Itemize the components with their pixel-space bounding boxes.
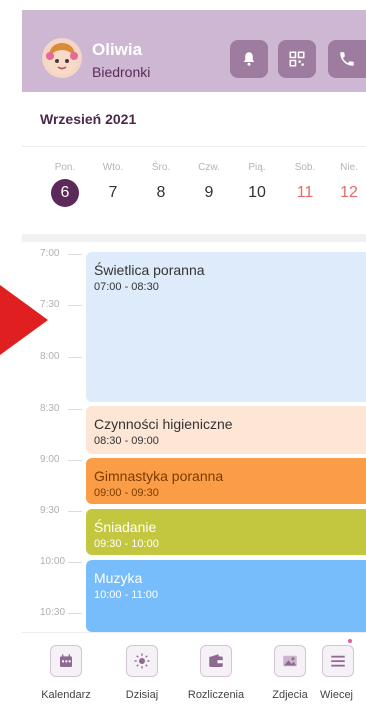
time-label: 10:00 bbox=[40, 556, 66, 567]
day-name: Pon. bbox=[54, 162, 76, 173]
nav-wiecej[interactable]: Wiecej bbox=[320, 645, 366, 701]
nav-label: Dzisiaj bbox=[125, 689, 159, 701]
day-thu[interactable]: Czw. 9 bbox=[192, 162, 226, 207]
day-sat[interactable]: Sob. 11 bbox=[288, 162, 322, 207]
bell-icon bbox=[243, 52, 255, 66]
day-name: Śro. bbox=[151, 162, 171, 173]
time-tick bbox=[68, 460, 82, 461]
event-time: 07:00 - 08:30 bbox=[94, 281, 159, 293]
nav-label: Kalendarz bbox=[41, 689, 91, 701]
divider bbox=[22, 146, 366, 147]
day-date: 7 bbox=[108, 184, 118, 201]
nav-icon-box bbox=[126, 645, 158, 677]
day-fri[interactable]: Pią. 10 bbox=[240, 162, 274, 207]
event-title: Śniadanie bbox=[94, 519, 157, 535]
event-block[interactable]: Czynności higieniczne 08:30 - 09:00 bbox=[86, 406, 366, 454]
event-time: 09:30 - 10:00 bbox=[94, 538, 159, 550]
time-tick bbox=[68, 613, 82, 614]
time-label: 9:30 bbox=[40, 505, 60, 516]
day-name: Nie. bbox=[340, 162, 358, 173]
time-label: 9:00 bbox=[40, 454, 60, 465]
wallet-icon bbox=[209, 654, 223, 667]
event-title: Muzyka bbox=[94, 570, 143, 586]
event-time: 08:30 - 09:00 bbox=[94, 435, 159, 447]
day-date: 10 bbox=[248, 184, 266, 201]
child-name: Oliwia bbox=[92, 40, 143, 59]
day-name: Pią. bbox=[248, 162, 266, 173]
nav-icon-box bbox=[50, 645, 82, 677]
time-tick bbox=[68, 305, 82, 306]
nav-icon-box bbox=[200, 645, 232, 677]
event-title: Świetlica poranna bbox=[94, 262, 205, 278]
avatar-face-icon bbox=[46, 43, 78, 75]
group-name: Biedronki bbox=[92, 64, 151, 80]
divider bbox=[22, 234, 366, 242]
time-tick bbox=[68, 357, 82, 358]
event-block[interactable]: Gimnastyka poranna 09:00 - 09:30 bbox=[86, 458, 366, 504]
event-title: Czynności higieniczne bbox=[94, 416, 233, 432]
time-label: 10:30 bbox=[40, 607, 66, 618]
menu-icon bbox=[331, 655, 345, 667]
day-mon[interactable]: Pon. 6 bbox=[48, 162, 82, 207]
nav-zdjecia[interactable]: Zdjecia bbox=[258, 645, 322, 701]
profile-header: Oliwia Biedronki bbox=[22, 10, 366, 92]
qr-code-button[interactable] bbox=[278, 40, 316, 78]
day-date: 6 bbox=[51, 179, 79, 207]
day-date: 8 bbox=[156, 184, 166, 201]
day-name: Sob. bbox=[294, 162, 316, 173]
time-label: 7:00 bbox=[40, 248, 60, 259]
time-tick bbox=[68, 409, 82, 410]
nav-label: Rozliczenia bbox=[187, 689, 245, 701]
nav-dzisiaj[interactable]: Dzisiaj bbox=[110, 645, 174, 701]
sun-icon bbox=[134, 653, 150, 669]
day-name: Wto. bbox=[102, 162, 124, 173]
qr-icon bbox=[289, 51, 305, 67]
time-tick bbox=[68, 254, 82, 255]
month-title: Wrzesień 2021 bbox=[40, 111, 137, 127]
day-date: 12 bbox=[340, 184, 358, 201]
nav-kalendarz[interactable]: Kalendarz bbox=[34, 645, 98, 701]
time-tick bbox=[68, 511, 82, 512]
day-name: Czw. bbox=[198, 162, 220, 173]
call-button[interactable] bbox=[328, 40, 366, 78]
day-tue[interactable]: Wto. 7 bbox=[96, 162, 130, 207]
event-time: 09:00 - 09:30 bbox=[94, 487, 159, 499]
event-title: Gimnastyka poranna bbox=[94, 468, 224, 484]
day-date: 11 bbox=[296, 184, 314, 201]
notifications-button[interactable] bbox=[230, 40, 268, 78]
nav-label: Wiecej bbox=[320, 689, 354, 701]
image-icon bbox=[283, 655, 297, 667]
day-date: 9 bbox=[204, 184, 214, 201]
time-label: 8:30 bbox=[40, 403, 60, 414]
event-block[interactable]: Śniadanie 09:30 - 10:00 bbox=[86, 509, 366, 555]
day-sun[interactable]: Nie. 12 bbox=[332, 162, 366, 207]
calendar-icon bbox=[60, 654, 72, 667]
event-block[interactable]: Świetlica poranna 07:00 - 08:30 bbox=[86, 252, 366, 402]
event-time: 10:00 - 11:00 bbox=[94, 589, 159, 601]
day-wed[interactable]: Śro. 8 bbox=[144, 162, 178, 207]
phone-icon bbox=[340, 52, 354, 66]
nav-icon-box bbox=[274, 645, 306, 677]
nav-rozliczenia[interactable]: Rozliczenia bbox=[184, 645, 248, 701]
red-arrow-indicator bbox=[0, 285, 48, 355]
avatar[interactable] bbox=[42, 38, 82, 78]
event-block[interactable]: Muzyka 10:00 - 11:00 bbox=[86, 560, 366, 632]
nav-icon-box bbox=[322, 645, 354, 677]
notification-dot bbox=[348, 639, 352, 643]
time-tick bbox=[68, 562, 82, 563]
nav-label: Zdjecia bbox=[272, 689, 308, 701]
